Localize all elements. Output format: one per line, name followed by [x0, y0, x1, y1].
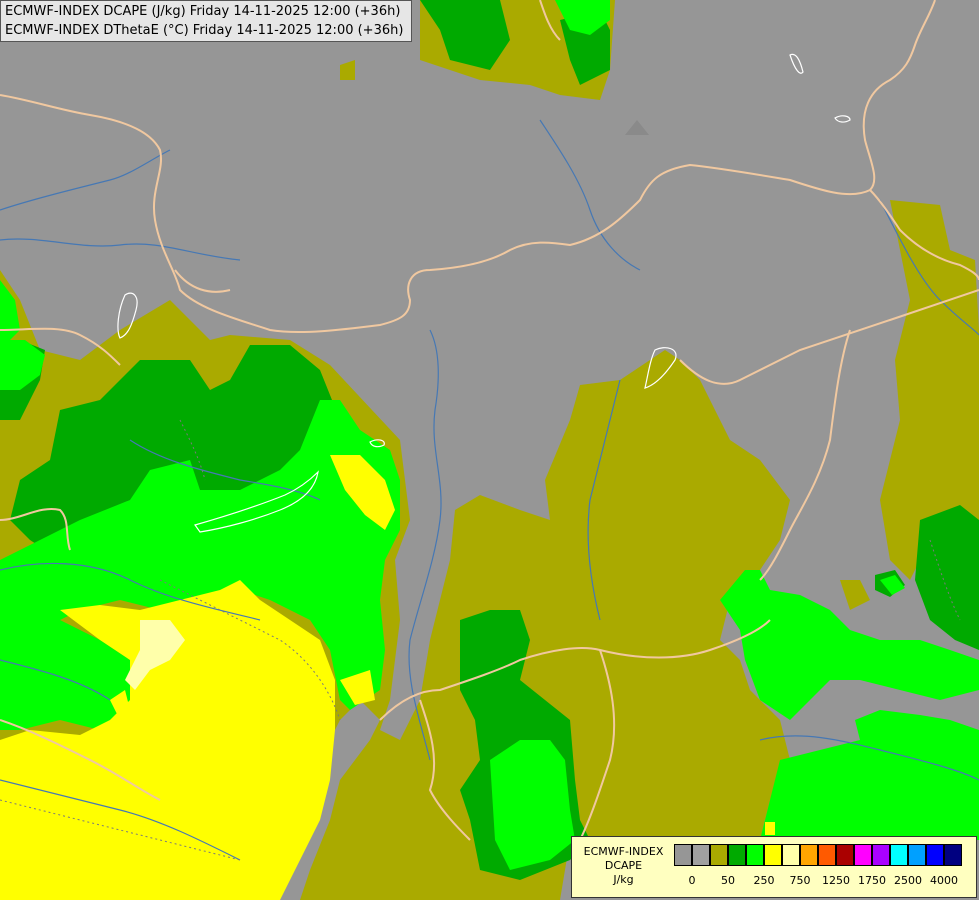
legend-title-line2: DCAPE — [604, 859, 643, 872]
legend-color-bar — [674, 844, 962, 868]
legend-swatch — [800, 844, 818, 866]
legend-tick: 750 — [789, 874, 811, 887]
legend-tick-labels: 0 50 250 750 1250 1750 2500 4000 — [674, 874, 974, 890]
legend-swatch — [710, 844, 728, 866]
legend-swatch — [836, 844, 854, 866]
legend-swatch — [692, 844, 710, 866]
legend-swatch — [890, 844, 908, 866]
legend-swatch — [908, 844, 926, 866]
legend-tick: 0 — [688, 874, 696, 887]
legend-tick: 1750 — [858, 874, 886, 887]
legend-title-line1: ECMWF-INDEX — [583, 845, 664, 858]
legend-swatch — [926, 844, 944, 866]
legend-swatch — [782, 844, 800, 866]
legend-tick: 1250 — [822, 874, 850, 887]
legend-tick: 4000 — [930, 874, 958, 887]
weather-map — [0, 0, 979, 900]
legend-swatch — [872, 844, 890, 866]
title-line-dcape: ECMWF-INDEX DCAPE (J/kg) Friday 14-11-20… — [5, 4, 401, 19]
legend-swatch — [728, 844, 746, 866]
map-title-box: ECMWF-INDEX DCAPE (J/kg) Friday 14-11-20… — [0, 0, 412, 42]
legend-swatch — [674, 844, 692, 866]
legend-unit: J/kg — [613, 873, 634, 886]
legend-swatch — [746, 844, 764, 866]
legend-swatch — [764, 844, 782, 866]
legend-tick: 50 — [721, 874, 735, 887]
legend-swatch — [854, 844, 872, 866]
title-line-dthetae: ECMWF-INDEX DThetaE (°C) Friday 14-11-20… — [5, 23, 404, 38]
legend-swatch — [944, 844, 962, 866]
legend-swatch — [818, 844, 836, 866]
legend-tick: 250 — [753, 874, 775, 887]
legend-tick: 2500 — [894, 874, 922, 887]
legend-label: ECMWF-INDEX DCAPE J/kg — [576, 845, 671, 887]
color-legend: ECMWF-INDEX DCAPE J/kg 0 50 250 750 1250 1750… — [571, 836, 977, 898]
